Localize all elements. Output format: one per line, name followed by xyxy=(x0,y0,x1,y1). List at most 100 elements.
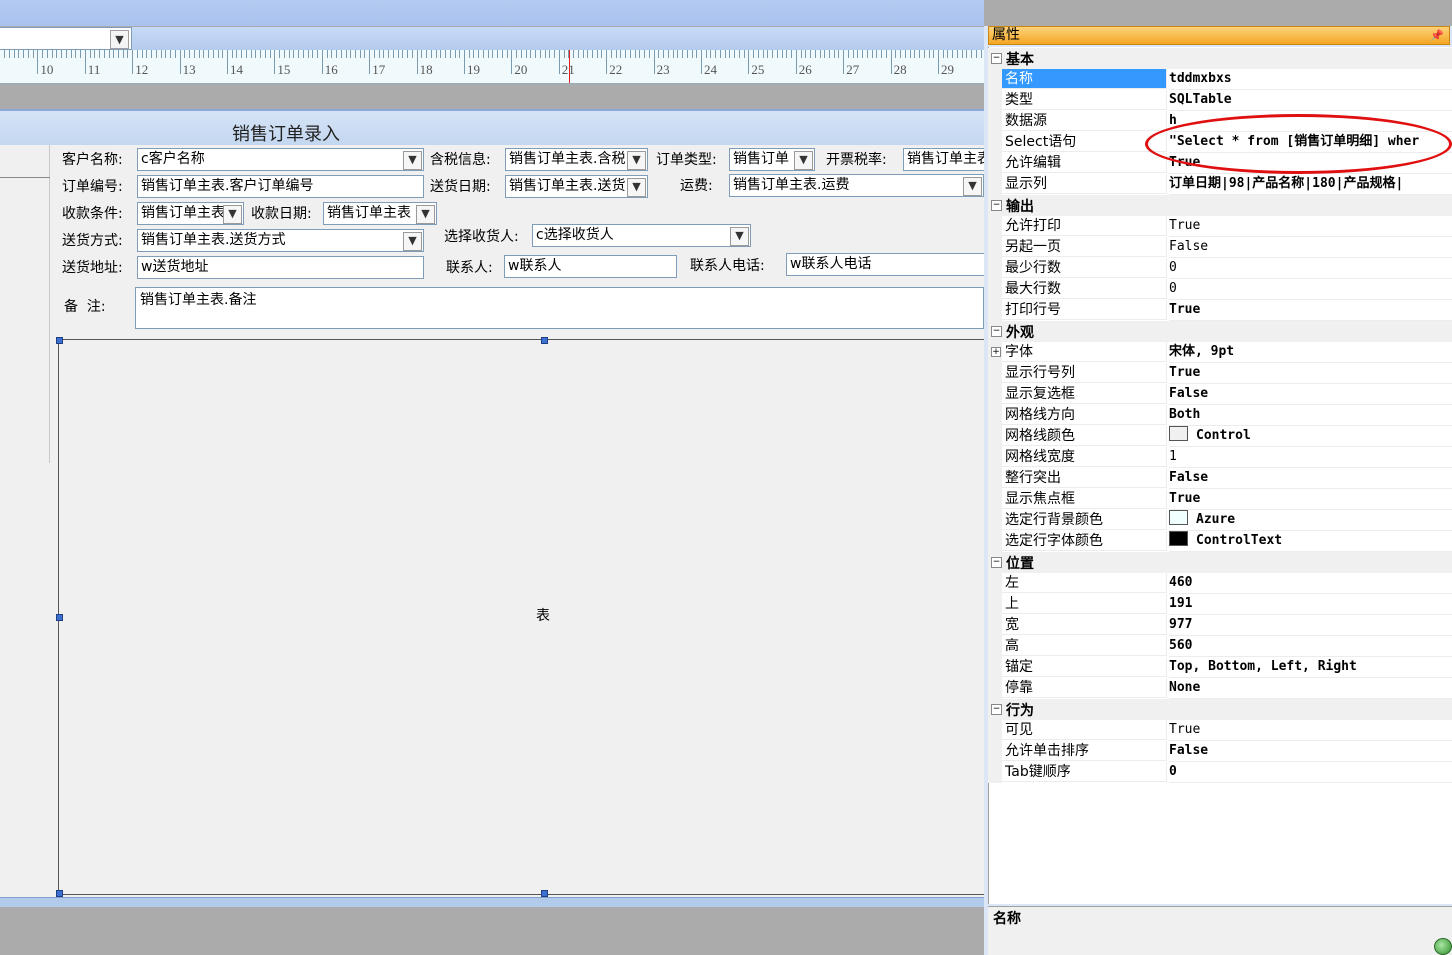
prop-row-dock[interactable]: 停靠 None xyxy=(988,678,1452,699)
prop-row-row-highlight[interactable]: 整行突出 False xyxy=(988,468,1452,489)
chevron-down-icon[interactable]: ▼ xyxy=(403,151,422,170)
prop-visible-value[interactable]: True xyxy=(1169,720,1452,741)
contact-phone-field[interactable]: w联系人电话 xyxy=(786,253,984,276)
prop-row-type[interactable]: 类型 SQLTable xyxy=(988,90,1452,111)
prop-row-font[interactable]: + 字体 宋体, 9pt xyxy=(988,342,1452,363)
prop-row-allow-print[interactable]: 允许打印 True xyxy=(988,216,1452,237)
resize-handle-top[interactable] xyxy=(541,337,548,344)
category-appearance[interactable]: − 外观 xyxy=(988,321,1452,342)
prop-font-value[interactable]: 宋体, 9pt xyxy=(1169,342,1452,363)
resize-handle-top-left[interactable] xyxy=(56,337,63,344)
invoice-rate-field[interactable]: 销售订单主表 xyxy=(903,148,984,171)
prop-row-show-checkbox[interactable]: 显示复选框 False xyxy=(988,384,1452,405)
table-control[interactable] xyxy=(58,339,984,895)
prop-row-width[interactable]: 宽 977 xyxy=(988,615,1452,636)
prop-anchor-value[interactable]: Top, Bottom, Left, Right xyxy=(1169,657,1452,678)
delivery-address-field[interactable]: w送货地址 xyxy=(137,256,424,279)
prop-row-tab-order[interactable]: Tab键顺序 0 xyxy=(988,762,1452,783)
prop-max-rows-value[interactable]: 0 xyxy=(1169,279,1452,300)
prop-click-sort-value[interactable]: False xyxy=(1169,741,1452,762)
prop-sel-bg-value[interactable]: Azure xyxy=(1169,510,1452,531)
payment-terms-combo[interactable]: 销售订单主表 ▼ xyxy=(137,202,244,225)
category-basic[interactable]: − 基本 xyxy=(988,48,1452,69)
prop-show-checkbox-value[interactable]: False xyxy=(1169,384,1452,405)
prop-row-min-rows[interactable]: 最少行数 0 xyxy=(988,258,1452,279)
contact-field[interactable]: w联系人 xyxy=(504,255,677,278)
chevron-down-icon[interactable]: ▼ xyxy=(794,151,813,170)
prop-min-rows-value[interactable]: 0 xyxy=(1169,258,1452,279)
category-output[interactable]: − 输出 xyxy=(988,195,1452,216)
prop-row-grid-width[interactable]: 网格线宽度 1 xyxy=(988,447,1452,468)
prop-row-display-cols[interactable]: 显示列 订单日期|98|产品名称|180|产品规格| xyxy=(988,174,1452,195)
prop-grid-color-value[interactable]: Control xyxy=(1169,426,1452,447)
category-position[interactable]: − 位置 xyxy=(988,552,1452,573)
prop-row-highlight-value[interactable]: False xyxy=(1169,468,1452,489)
delivery-method-combo[interactable]: 销售订单主表.送货方式 ▼ xyxy=(137,229,424,252)
resize-handle-left[interactable] xyxy=(56,614,63,621)
prop-row-sel-bg[interactable]: 选定行背景颜色 Azure xyxy=(988,510,1452,531)
chevron-down-icon[interactable]: ▼ xyxy=(416,205,435,224)
chevron-down-icon[interactable]: ▼ xyxy=(627,178,646,197)
prop-display-cols-value[interactable]: 订单日期|98|产品名称|180|产品规格| xyxy=(1169,174,1452,195)
ruler-tick xyxy=(89,50,91,58)
chevron-down-icon[interactable]: ▼ xyxy=(403,232,422,251)
collapse-icon[interactable]: − xyxy=(991,557,1002,568)
ruler-tick xyxy=(283,50,285,58)
prop-row-name[interactable]: 名称 tddmxbxs xyxy=(988,69,1452,90)
prop-name-value[interactable]: tddmxbxs xyxy=(1169,69,1452,90)
remarks-textarea[interactable]: 销售订单主表.备注 xyxy=(135,287,984,329)
prop-focus-frame-value[interactable]: True xyxy=(1169,489,1452,510)
chevron-down-icon[interactable]: ▼ xyxy=(223,205,242,224)
prop-top-value[interactable]: 191 xyxy=(1169,594,1452,615)
prop-row-height[interactable]: 高 560 xyxy=(988,636,1452,657)
prop-left-value[interactable]: 460 xyxy=(1169,573,1452,594)
customer-name-combo[interactable]: c客户名称 ▼ xyxy=(137,148,424,171)
prop-row-left[interactable]: 左 460 xyxy=(988,573,1452,594)
order-no-field[interactable]: 销售订单主表.客户订单编号 xyxy=(137,175,424,198)
collapse-icon[interactable]: − xyxy=(991,326,1002,337)
prop-grid-dir-value[interactable]: Both xyxy=(1169,405,1452,426)
prop-row-print-rowno[interactable]: 打印行号 True xyxy=(988,300,1452,321)
delivery-date-picker[interactable]: 销售订单主表.送货 ▼ xyxy=(505,175,648,198)
tax-info-combo[interactable]: 销售订单主表.含税 ▼ xyxy=(505,148,648,171)
prop-row-top[interactable]: 上 191 xyxy=(988,594,1452,615)
prop-tab-order-value[interactable]: 0 xyxy=(1169,762,1452,783)
prop-sel-fg-value[interactable]: ControlText xyxy=(1169,531,1452,552)
prop-row-max-rows[interactable]: 最大行数 0 xyxy=(988,279,1452,300)
chevron-down-icon[interactable]: ▼ xyxy=(730,227,749,246)
prop-row-sel-fg[interactable]: 选定行字体颜色 ControlText xyxy=(988,531,1452,552)
prop-row-visible[interactable]: 可见 True xyxy=(988,720,1452,741)
prop-new-page-value[interactable]: False xyxy=(1169,237,1452,258)
resize-handle-bottom-left[interactable] xyxy=(56,890,63,897)
chevron-down-icon[interactable]: ▼ xyxy=(627,151,646,170)
prop-print-rowno-value[interactable]: True xyxy=(1169,300,1452,321)
prop-row-anchor[interactable]: 锚定 Top, Bottom, Left, Right xyxy=(988,657,1452,678)
payment-date-picker[interactable]: 销售订单主表 ▼ xyxy=(323,202,437,225)
pin-icon[interactable]: 📌 xyxy=(1430,27,1444,44)
chevron-down-icon[interactable]: ▼ xyxy=(110,30,129,49)
prop-type-value[interactable]: SQLTable xyxy=(1169,90,1452,111)
prop-row-grid-dir[interactable]: 网格线方向 Both xyxy=(988,405,1452,426)
chevron-down-icon[interactable]: ▼ xyxy=(963,177,982,196)
prop-row-new-page[interactable]: 另起一页 False xyxy=(988,237,1452,258)
prop-allow-print-value[interactable]: True xyxy=(1169,216,1452,237)
prop-show-rowno-value[interactable]: True xyxy=(1169,363,1452,384)
consignee-combo[interactable]: c选择收货人 ▼ xyxy=(532,224,751,247)
prop-grid-width-value[interactable]: 1 xyxy=(1169,447,1452,468)
control-selector-dropdown[interactable]: ▼ xyxy=(0,27,132,50)
prop-row-focus-frame[interactable]: 显示焦点框 True xyxy=(988,489,1452,510)
prop-dock-value[interactable]: None xyxy=(1169,678,1452,699)
collapse-icon[interactable]: − xyxy=(991,200,1002,211)
prop-row-show-rowno[interactable]: 显示行号列 True xyxy=(988,363,1452,384)
prop-row-click-sort[interactable]: 允许单击排序 False xyxy=(988,741,1452,762)
prop-row-grid-color[interactable]: 网格线颜色 Control xyxy=(988,426,1452,447)
resize-handle-bottom[interactable] xyxy=(541,890,548,897)
freight-combo[interactable]: 销售订单主表.运费 ▼ xyxy=(729,174,984,197)
order-type-combo[interactable]: 销售订单 ▼ xyxy=(729,148,815,171)
collapse-icon[interactable]: − xyxy=(991,53,1002,64)
prop-width-value[interactable]: 977 xyxy=(1169,615,1452,636)
expand-icon[interactable]: + xyxy=(991,347,1001,357)
collapse-icon[interactable]: − xyxy=(991,704,1002,715)
category-behavior[interactable]: − 行为 xyxy=(988,699,1452,720)
prop-height-value[interactable]: 560 xyxy=(1169,636,1452,657)
